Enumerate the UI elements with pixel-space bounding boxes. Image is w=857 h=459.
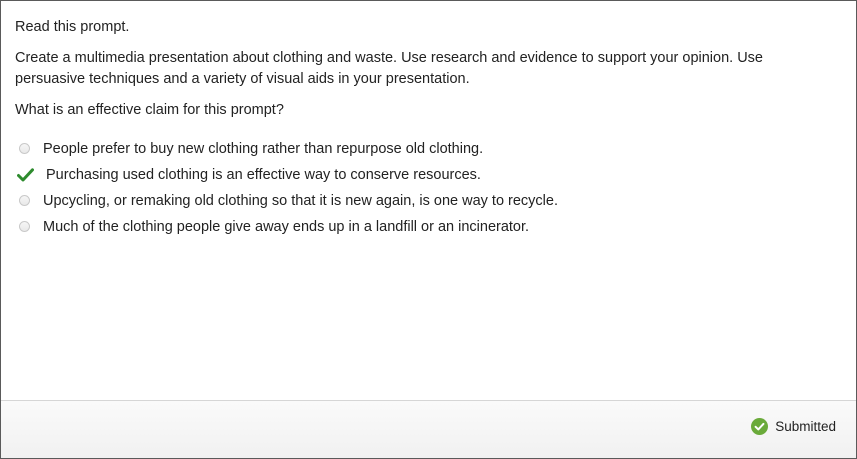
answer-options: People prefer to buy new clothing rather… (15, 136, 558, 240)
radio-button[interactable] (19, 142, 30, 154)
answer-option-label: Much of the clothing people give away en… (43, 219, 530, 235)
status-label: Submitted (775, 419, 836, 434)
answer-option-1[interactable]: People prefer to buy new clothing rather… (15, 136, 558, 162)
answer-option-4[interactable]: Much of the clothing people give away en… (15, 214, 558, 240)
submission-status: Submitted (751, 418, 836, 435)
question-prompt: Create a multimedia presentation about c… (15, 50, 763, 87)
radio-button[interactable] (19, 220, 30, 232)
check-circle-icon (751, 418, 769, 435)
answer-option-3[interactable]: Upcycling, or remaking old clothing so t… (15, 188, 558, 214)
answer-option-label: Purchasing used clothing is an effective… (46, 167, 481, 183)
checkmark-icon (17, 168, 34, 182)
footer-bar: Submitted (1, 400, 856, 458)
radio-button[interactable] (19, 194, 30, 206)
question-intro: Read this prompt. (15, 19, 130, 35)
answer-option-2[interactable]: Purchasing used clothing is an effective… (15, 162, 558, 188)
question-ask: What is an effective claim for this prom… (15, 102, 284, 118)
answer-option-label: Upcycling, or remaking old clothing so t… (43, 193, 558, 209)
question-panel: Read this prompt. Create a multimedia pr… (0, 0, 857, 459)
answer-option-label: People prefer to buy new clothing rather… (43, 141, 484, 157)
